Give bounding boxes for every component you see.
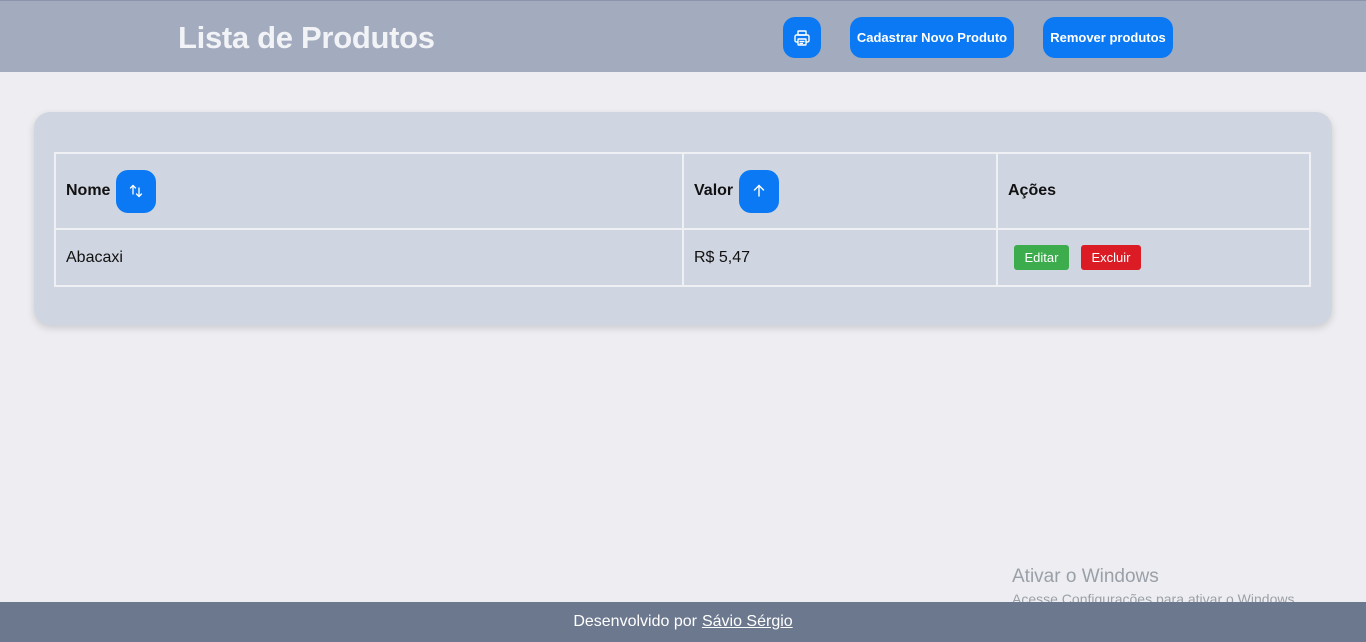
edit-button[interactable]: Editar xyxy=(1014,245,1069,270)
delete-button[interactable]: Excluir xyxy=(1081,245,1141,270)
remove-products-button[interactable]: Remover produtos xyxy=(1043,17,1173,58)
column-label-nome: Nome xyxy=(66,182,111,199)
footer-prefix: Desenvolvido por xyxy=(573,613,697,630)
sort-up-down-icon xyxy=(130,184,143,198)
footer: Desenvolvido por Sávio Sérgio xyxy=(0,602,1366,642)
cell-acoes: Editar Excluir xyxy=(996,228,1311,287)
new-product-button[interactable]: Cadastrar Novo Produto xyxy=(850,17,1014,58)
printer-icon xyxy=(794,29,810,46)
top-header: Lista de Produtos Cadastrar Novo Produto… xyxy=(0,0,1366,72)
page-title: Lista de Produtos xyxy=(178,20,435,55)
products-card: Nome Valor Ações Abacaxi R$ 5,47 Editar … xyxy=(34,112,1332,325)
print-button[interactable] xyxy=(783,17,821,58)
column-header-valor: Valor xyxy=(682,152,998,230)
table-row: Abacaxi R$ 5,47 Editar Excluir xyxy=(54,228,1311,287)
column-header-acoes: Ações xyxy=(996,152,1311,230)
products-table: Nome Valor Ações Abacaxi R$ 5,47 Editar … xyxy=(54,152,1311,287)
sort-by-value-button[interactable] xyxy=(739,169,780,213)
windows-activation-watermark: Ativar o Windows Acesse Configurações pa… xyxy=(1012,566,1298,607)
sort-by-name-button[interactable] xyxy=(116,169,157,213)
arrow-up-icon xyxy=(753,184,765,197)
watermark-title: Ativar o Windows xyxy=(1012,566,1159,587)
column-label-acoes: Ações xyxy=(1008,182,1057,199)
column-label-valor: Valor xyxy=(694,182,734,199)
footer-author-link[interactable]: Sávio Sérgio xyxy=(702,613,793,631)
table-header-row: Nome Valor Ações xyxy=(54,152,1311,230)
column-header-nome: Nome xyxy=(54,152,684,230)
cell-nome: Abacaxi xyxy=(54,228,684,287)
cell-valor: R$ 5,47 xyxy=(682,228,998,287)
